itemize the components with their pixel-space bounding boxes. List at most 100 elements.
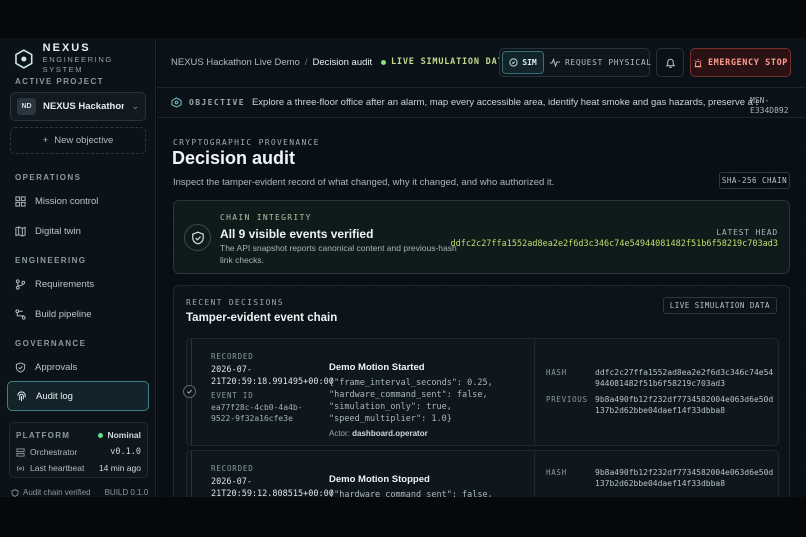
recent-decisions-panel: RECENT DECISIONS Tamper-evident event ch…	[173, 285, 790, 497]
sidebar-item-digital-twin[interactable]: Digital twin	[7, 217, 149, 245]
orchestrator-row: Orchestrator	[16, 447, 110, 457]
integrity-description: The API snapshot reports canonical conte…	[220, 243, 457, 265]
breadcrumb-current: Decision audit	[312, 57, 373, 68]
top-letterbox	[0, 0, 806, 38]
platform-label: PLATFORM	[16, 430, 71, 440]
notifications-button[interactable]	[656, 48, 684, 77]
event-title: Demo Motion Stopped	[329, 474, 430, 485]
sidebar-item-requirements[interactable]: Requirements	[7, 270, 149, 298]
latest-head-label: LATEST HEAD	[716, 228, 778, 237]
event-row[interactable]: RECORDED 2026-07-21T20:59:18.991495+00:0…	[183, 338, 779, 446]
map-icon	[15, 225, 26, 237]
mission-id-code: E334D892	[750, 106, 789, 115]
platform-status-text: Nominal	[107, 430, 141, 440]
event-timestamp: 2026-07-21T20:59:18.991495+00:00	[211, 365, 334, 387]
status-dot-icon	[98, 432, 104, 438]
hash-label: HASH	[546, 468, 567, 477]
integrity-label: CHAIN INTEGRITY	[220, 213, 312, 222]
heartbeat-row: Last heartbeat	[16, 463, 99, 473]
recent-label: RECENT DECISIONS	[186, 298, 284, 307]
previous-hash: 9b8a490fb12f232df7734582004e063d6e50d137…	[595, 395, 774, 415]
operations-label: OPERATIONS	[15, 173, 82, 182]
grid-icon	[15, 195, 26, 207]
live-data-tag: LIVE SIMULATION DATA	[662, 297, 777, 314]
hash-label: HASH	[546, 368, 567, 377]
event-payload: {"hardware_command_sent": false,	[329, 490, 493, 497]
page-subtitle: Inspect the tamper-evident record of wha…	[173, 177, 555, 188]
sidebar-footer: Audit chain verified BUILD 0.1.0	[11, 488, 148, 497]
previous-label: PREVIOUS	[546, 395, 588, 404]
recorded-label: RECORDED	[211, 464, 254, 473]
integrity-title: All 9 visible events verified	[220, 227, 374, 241]
siren-icon	[694, 58, 702, 67]
event-row[interactable]: RECORDED 2026-07-21T20:59:12.808515+00:0…	[186, 450, 779, 497]
brand-subtitle: ENGINEERING SYSTEM	[42, 55, 113, 74]
sidebar-item-audit-log[interactable]: Audit log	[7, 381, 149, 411]
orchestrator-label: Orchestrator	[30, 447, 78, 457]
shield-check-icon	[11, 488, 19, 497]
orchestrator-version: v0.1.0	[110, 447, 141, 457]
check-icon	[183, 385, 196, 398]
sidebar-item-label: Audit log	[36, 390, 73, 402]
brand-name: NEXUS	[42, 42, 91, 54]
event-hash: 9b8a490fb12f232df7734582004e063d6e50d137…	[595, 468, 774, 488]
recent-title: Tamper-evident event chain	[186, 312, 338, 324]
chain-verified-text: Audit chain verified	[23, 488, 91, 497]
project-badge: ND	[17, 98, 36, 115]
event-id: ea77f28c-4cb0-4a4b-9522-9f32a16cfe3e	[211, 403, 303, 423]
request-physical-label: REQUEST PHYSICAL	[565, 58, 652, 67]
event-hash: ddfc2c27ffa1552ad8ea2e2f6d3c346c74e54944…	[595, 368, 774, 388]
network-icon	[171, 97, 182, 108]
sidebar-item-build-pipeline[interactable]: Build pipeline	[7, 300, 149, 328]
event-id-label: EVENT ID	[211, 391, 254, 400]
heartbeat-label: Last heartbeat	[30, 463, 85, 473]
sidebar-item-label: Requirements	[35, 278, 95, 290]
signal-icon	[16, 465, 25, 471]
live-dot-icon	[381, 59, 386, 65]
mission-id-prefix: MSN-	[750, 96, 770, 105]
sidebar-item-approvals[interactable]: Approvals	[7, 353, 149, 381]
breadcrumb: NEXUS Hackathon Live Demo / Decision audit	[171, 57, 372, 68]
sidebar-item-label: Approvals	[35, 361, 78, 373]
shield-check-icon	[191, 231, 204, 244]
target-icon	[509, 58, 518, 67]
page-eyebrow: CRYPTOGRAPHIC PROVENANCE	[173, 138, 320, 147]
hexagon-icon	[15, 48, 33, 69]
objective-bar: OBJECTIVE Explore a three-floor office a…	[157, 89, 806, 118]
server-icon	[16, 447, 25, 457]
project-select[interactable]: ND NEXUS Hackathon ... ⌄	[10, 92, 146, 121]
fingerprint-icon	[17, 390, 26, 401]
bell-icon	[665, 58, 675, 68]
build-version: BUILD 0.1.0	[104, 488, 149, 497]
new-objective-button[interactable]: + New objective	[10, 127, 146, 154]
recorded-label: RECORDED	[211, 352, 254, 361]
request-physical-button[interactable]: REQUEST PHYSICAL	[550, 51, 652, 74]
sidebar-item-label: Build pipeline	[35, 308, 92, 320]
breadcrumb-parent[interactable]: NEXUS Hackathon Live Demo	[171, 57, 300, 68]
emergency-stop-button[interactable]: EMERGENCY STOP	[690, 48, 791, 77]
project-name: NEXUS Hackathon ...	[43, 101, 125, 112]
integrity-badge	[184, 224, 211, 251]
bottom-letterbox	[0, 497, 806, 537]
plus-icon: +	[42, 135, 49, 146]
brand: NEXUS ENGINEERING SYSTEM	[14, 42, 155, 75]
pulse-icon	[550, 58, 560, 67]
sidebar: NEXUS ENGINEERING SYSTEM ACTIVE PROJECT …	[0, 38, 156, 497]
emergency-stop-label: EMERGENCY STOP	[707, 57, 789, 68]
actor-name: dashboard.operator	[352, 429, 428, 438]
branch-icon	[15, 278, 26, 290]
event-title: Demo Motion Started	[329, 362, 425, 373]
pipeline-icon	[15, 308, 26, 320]
mode-toggle: SIM REQUEST PHYSICAL	[499, 48, 652, 77]
chain-integrity-card: CHAIN INTEGRITY All 9 visible events ver…	[173, 200, 790, 274]
platform-status-panel: PLATFORM Nominal Orchestrator v0.1.0 Las…	[9, 422, 148, 478]
new-objective-label: New objective	[54, 135, 114, 146]
sim-mode-button[interactable]: SIM	[502, 51, 544, 74]
live-data-badge: LIVE SIMULATION DATA	[381, 57, 509, 67]
main-content: NEXUS Hackathon Live Demo / Decision audit…	[157, 38, 806, 497]
mission-id: MSN- E334D892	[750, 96, 789, 116]
governance-label: GOVERNANCE	[15, 339, 87, 348]
sidebar-item-mission-control[interactable]: Mission control	[7, 187, 149, 215]
heartbeat-value: 14 min ago	[98, 463, 141, 473]
chevron-down-icon: ⌄	[131, 101, 139, 111]
